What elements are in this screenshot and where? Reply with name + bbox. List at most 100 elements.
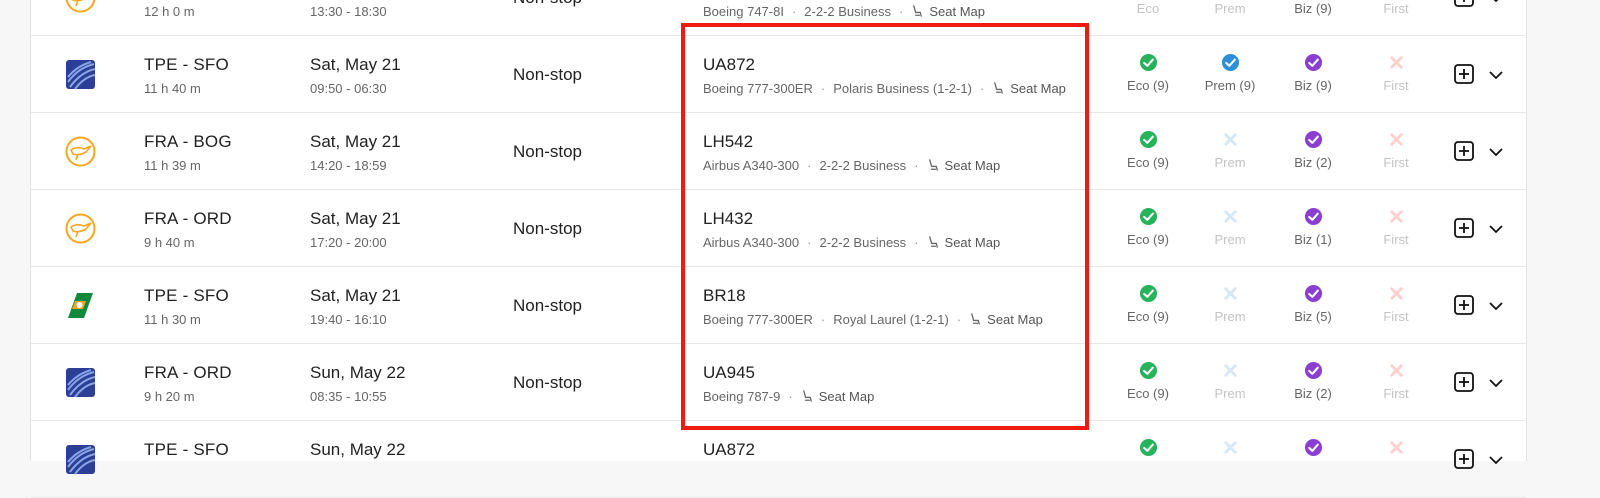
cabin-biz[interactable]: Biz (1)	[1268, 207, 1358, 247]
cabin-eco-label: Eco (9)	[1127, 386, 1169, 401]
cabin-prem[interactable]: Prem	[1185, 0, 1275, 16]
cabin-biz[interactable]	[1268, 438, 1358, 463]
cabin-eco-label: Eco (9)	[1127, 232, 1169, 247]
separator-dot: ·	[979, 81, 985, 96]
cabin-biz-label: Biz (9)	[1294, 78, 1332, 93]
expand-row-button[interactable]	[1488, 67, 1504, 83]
duration-label: 11 h 40 m	[144, 81, 201, 96]
flight-row-6[interactable]: FRA - ORD 9 h 20 m Sun, May 22 08:35 - 1…	[31, 344, 1526, 421]
departure-date: Sun, May 22	[310, 440, 406, 459]
seat-map-link[interactable]: Seat Map	[801, 389, 875, 404]
cabin-biz[interactable]: Biz (5)	[1268, 284, 1358, 324]
duration-label: 9 h 40 m	[144, 235, 195, 250]
cabin-eco[interactable]: Eco (9)	[1103, 284, 1193, 324]
cabin-biz[interactable]: Biz (9)	[1268, 0, 1358, 16]
expand-row-button[interactable]	[1488, 298, 1504, 314]
add-flight-button[interactable]	[1454, 0, 1474, 7]
cabin-first[interactable]: First	[1351, 284, 1441, 324]
flight-row-5[interactable]: TPE - SFO 11 h 30 m Sat, May 21 19:40 - …	[31, 267, 1526, 344]
aircraft-label: Airbus A340-300	[703, 235, 800, 250]
add-flight-button[interactable]	[1454, 218, 1474, 238]
route-label: TPE - SFO	[144, 286, 229, 305]
cabin-prem[interactable]: Prem	[1185, 130, 1275, 170]
seat-config-label: 2-2-2 Business	[819, 158, 907, 173]
departure-date: Sat, May 21	[310, 55, 401, 74]
cabin-biz[interactable]: Biz (2)	[1268, 361, 1358, 401]
cabin-eco[interactable]: Eco (9)	[1103, 130, 1193, 170]
duration-label: 9 h 20 m	[144, 389, 195, 404]
airline-logo	[64, 366, 97, 399]
flight-times: 19:40 - 16:10	[310, 312, 387, 327]
cabin-first-label: First	[1383, 155, 1409, 170]
aircraft-label: Boeing 777-300ER	[703, 312, 813, 327]
seat-map-link[interactable]: Seat Map	[969, 312, 1043, 327]
seat-map-link[interactable]: Seat Map	[927, 158, 1000, 173]
cabin-prem[interactable]: Prem	[1185, 207, 1275, 247]
cabin-first[interactable]	[1351, 438, 1441, 463]
expand-row-button[interactable]	[1488, 375, 1504, 391]
add-flight-button[interactable]	[1454, 141, 1474, 161]
expand-row-button[interactable]	[1488, 221, 1504, 237]
route-label: FRA - ORD	[144, 363, 232, 382]
flight-row-3[interactable]: FRA - BOG 11 h 39 m Sat, May 21 14:20 - …	[31, 113, 1526, 190]
expand-row-button[interactable]	[1488, 452, 1504, 468]
cabin-eco[interactable]: Eco (9)	[1103, 53, 1193, 93]
add-flight-button[interactable]	[1454, 295, 1474, 315]
cabin-biz[interactable]: Biz (9)	[1268, 53, 1358, 93]
cabin-eco[interactable]	[1103, 438, 1193, 463]
add-flight-button[interactable]	[1454, 449, 1474, 469]
cabin-prem[interactable]: Prem (9)	[1185, 53, 1275, 93]
expand-row-button[interactable]	[1488, 0, 1504, 6]
cross-icon	[1389, 133, 1403, 146]
flight-row-1[interactable]: 12 h 0 m 13:30 - 18:30 Non-stop Boeing 7…	[31, 0, 1526, 36]
seat-icon	[913, 5, 923, 17]
flight-number: UA945	[703, 363, 755, 382]
route-label: FRA - ORD	[144, 209, 232, 228]
cabin-prem[interactable]: Prem	[1185, 284, 1275, 324]
cabin-prem-label: Prem	[1214, 309, 1246, 324]
cabin-first[interactable]: First	[1351, 53, 1441, 93]
separator-dot: ·	[956, 312, 962, 327]
cabin-prem[interactable]: Prem	[1185, 361, 1275, 401]
aircraft-label: Boeing 787-9	[703, 389, 781, 404]
seat-map-link[interactable]: Seat Map	[992, 81, 1066, 96]
airline-logo	[64, 289, 97, 322]
cabin-eco[interactable]: Eco (9)	[1103, 207, 1193, 247]
expand-row-button[interactable]	[1488, 144, 1504, 160]
flight-row-2[interactable]: TPE - SFO 11 h 40 m Sat, May 21 09:50 - …	[31, 36, 1526, 113]
stops-label: Non-stop	[513, 0, 582, 8]
plus-square-icon	[1454, 295, 1474, 315]
stops-label: Non-stop	[513, 373, 582, 392]
cross-icon	[1389, 56, 1403, 69]
seat-map-label: Seat Map	[818, 389, 875, 404]
flight-times: 17:20 - 20:00	[310, 235, 387, 250]
cabin-prem-label: Prem	[1214, 1, 1246, 16]
seat-map-link[interactable]: Seat Map	[911, 4, 985, 19]
flight-number: BR18	[703, 286, 746, 305]
united-globe-icon	[66, 60, 96, 90]
flight-row-7[interactable]: TPE - SFO Sun, May 22 UA872	[31, 421, 1526, 498]
add-flight-button[interactable]	[1454, 64, 1474, 84]
cabin-first[interactable]: First	[1351, 130, 1441, 170]
cabin-eco[interactable]: Eco	[1103, 0, 1193, 16]
cabin-first[interactable]: First	[1351, 207, 1441, 247]
cabin-prem[interactable]	[1185, 438, 1275, 463]
seat-map-label: Seat Map	[1010, 81, 1066, 96]
stops-label: Non-stop	[513, 142, 582, 161]
cabin-biz[interactable]: Biz (2)	[1268, 130, 1358, 170]
cross-icon	[1223, 364, 1237, 377]
plus-square-icon	[1454, 218, 1474, 238]
add-flight-button[interactable]	[1454, 372, 1474, 392]
flight-details: Boeing 787-9 · Seat Map	[703, 389, 874, 404]
cabin-eco[interactable]: Eco (9)	[1103, 361, 1193, 401]
cross-icon	[1389, 210, 1403, 223]
seat-map-link[interactable]: Seat Map	[927, 235, 1000, 250]
airline-logo	[64, 443, 97, 476]
plus-square-icon	[1454, 141, 1474, 161]
cabin-first[interactable]: First	[1351, 0, 1441, 16]
cabin-first[interactable]: First	[1351, 361, 1441, 401]
flight-row-4[interactable]: FRA - ORD 9 h 40 m Sat, May 21 17:20 - 2…	[31, 190, 1526, 267]
airline-logo	[64, 0, 97, 14]
separator-dot: ·	[914, 158, 919, 173]
seat-map-label: Seat Map	[987, 312, 1043, 327]
